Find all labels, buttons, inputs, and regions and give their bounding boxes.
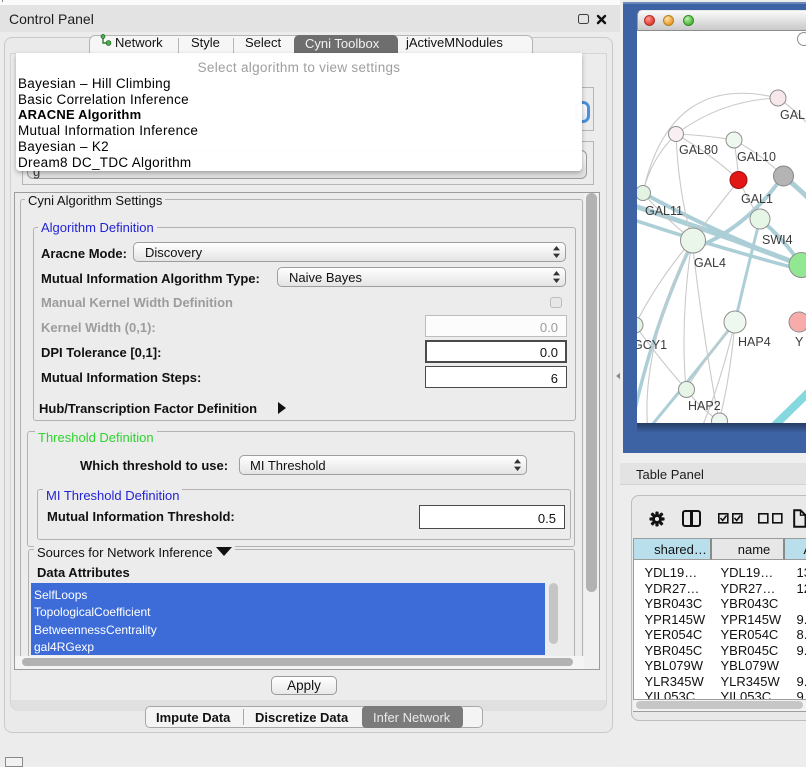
svg-text:GAL4: GAL4: [694, 256, 726, 270]
svg-text:GAL80: GAL80: [679, 143, 718, 157]
svg-text:SWI4: SWI4: [762, 233, 793, 247]
svg-text:GAL: GAL: [780, 108, 805, 122]
svg-text:GCY1: GCY1: [637, 338, 667, 352]
svg-text:Y: Y: [795, 335, 804, 349]
svg-text:HAP2: HAP2: [688, 399, 721, 413]
svg-text:GAL1: GAL1: [741, 192, 773, 206]
svg-text:HAP4: HAP4: [738, 335, 771, 349]
svg-text:GAL11: GAL11: [645, 204, 683, 218]
svg-text:GAL10: GAL10: [737, 150, 776, 164]
